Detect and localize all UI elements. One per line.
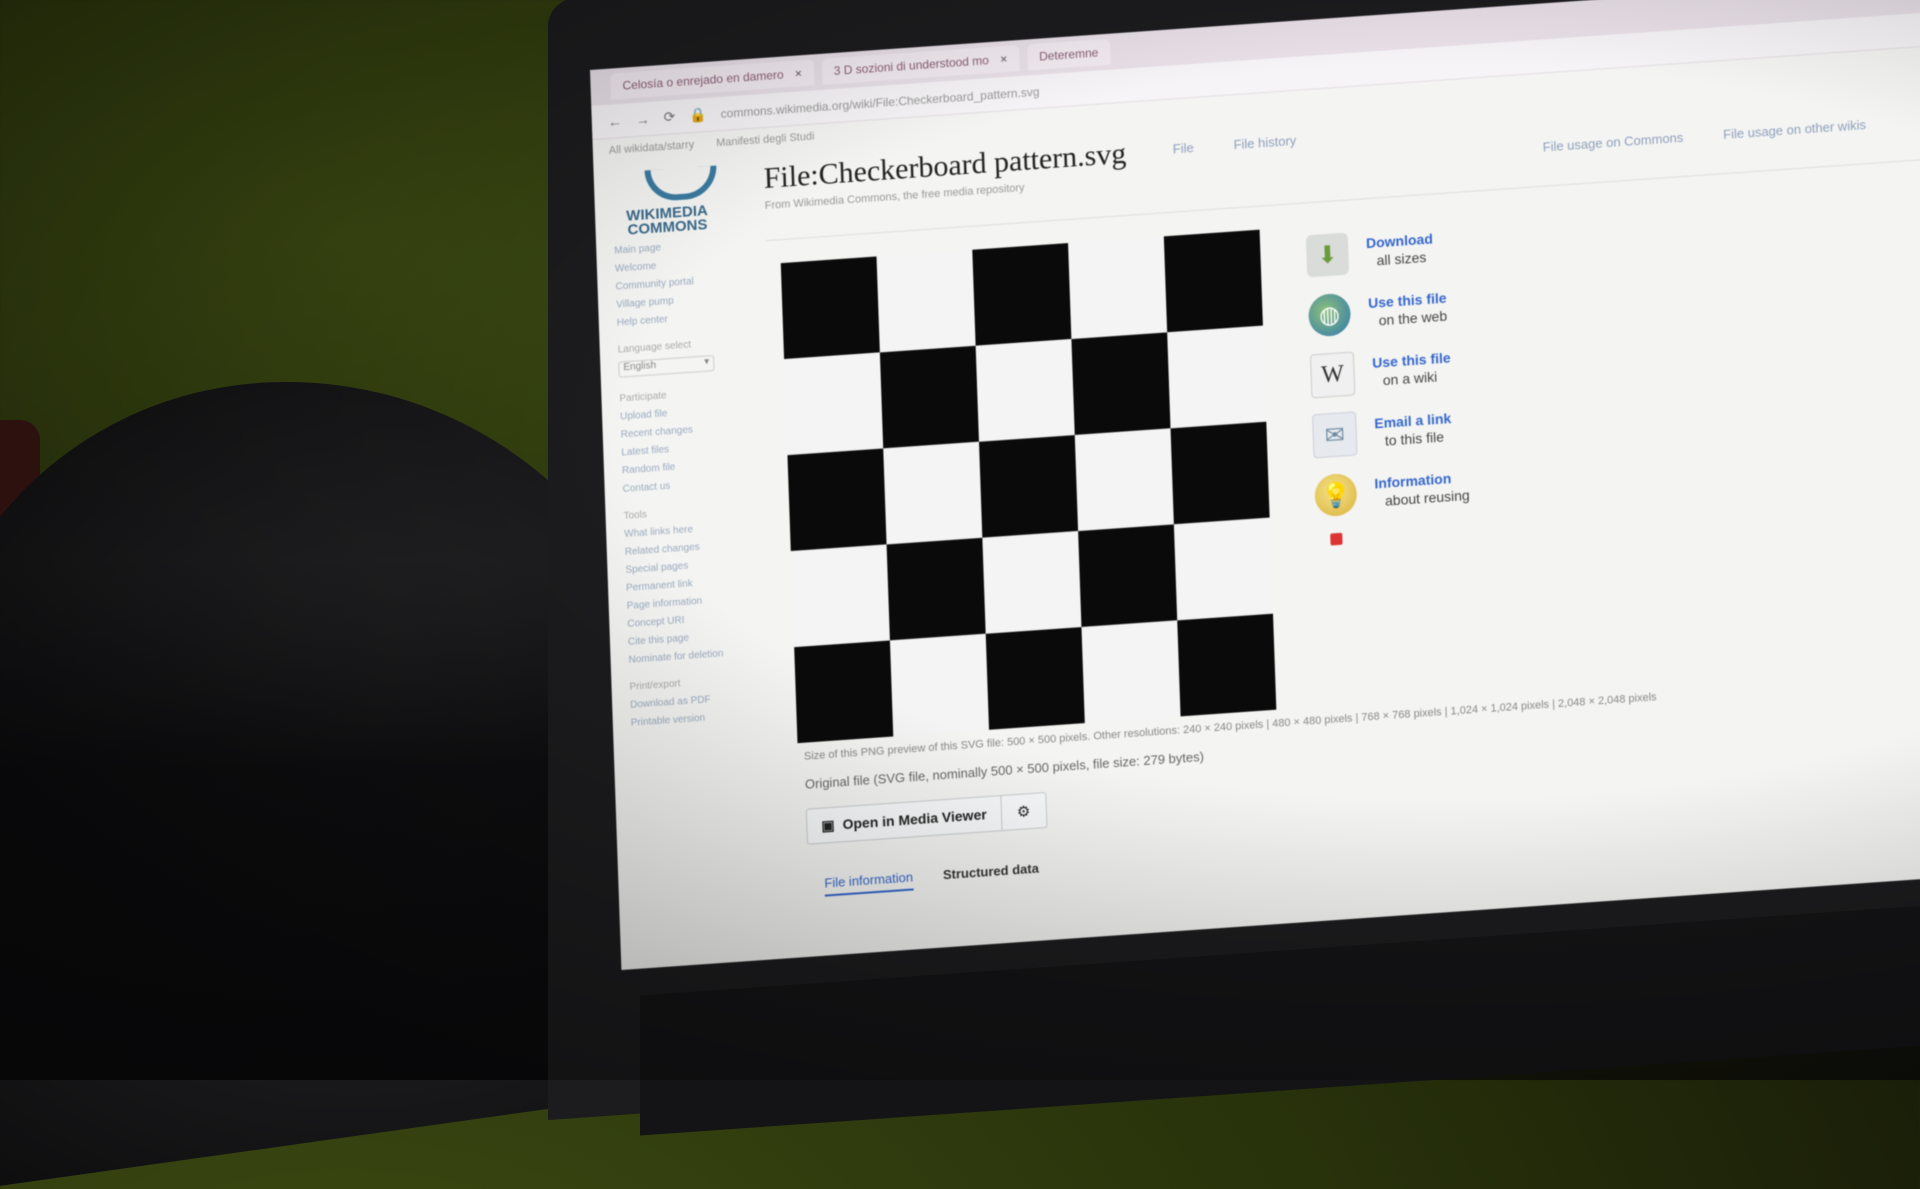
language-value: English: [623, 360, 657, 374]
tab-label: Celosía o enrejado en damero: [622, 67, 784, 93]
lightbulb-icon: 💡: [1314, 472, 1358, 518]
sidebar-link[interactable]: Permanent link: [626, 573, 770, 594]
white-square: [876, 249, 976, 353]
lock-icon: 🔒: [689, 105, 707, 124]
close-icon[interactable]: ×: [1000, 52, 1007, 66]
sidebar-link[interactable]: Cite this page: [628, 627, 772, 647]
close-icon[interactable]: ×: [795, 66, 802, 80]
bookmark-item[interactable]: Manifesti degli Studi: [716, 131, 815, 150]
sidebar-link[interactable]: Village pump: [616, 290, 760, 311]
sidebar-link[interactable]: Upload file: [620, 402, 764, 422]
sidebar-link[interactable]: Special pages: [625, 555, 769, 575]
black-square: [1071, 332, 1171, 436]
pdf-icon[interactable]: [1330, 532, 1343, 546]
sidebar-link[interactable]: Nominate for deletion: [628, 645, 772, 666]
gear-icon[interactable]: ⚙: [1001, 791, 1048, 832]
sidebar-link[interactable]: Welcome: [615, 254, 759, 275]
white-square: [975, 339, 1075, 442]
white-square: [889, 633, 990, 737]
email-icon: ✉: [1312, 411, 1358, 459]
black-square: [1078, 524, 1178, 628]
sidebar-link[interactable]: Help center: [617, 308, 761, 329]
sidebar-link[interactable]: Download as PDF: [630, 690, 774, 711]
bookmark-item[interactable]: All wikidata/starry: [609, 139, 695, 157]
media-viewer-label: Open in Media Viewer: [842, 806, 987, 833]
tab-file-information[interactable]: File information: [824, 869, 914, 897]
white-square: [1167, 325, 1267, 429]
sidebar-link[interactable]: Printable version: [631, 708, 775, 729]
participate-heading: Participate: [619, 390, 667, 405]
white-square: [1173, 517, 1273, 621]
main-content: File:Checkerboard pattern.svg From Wikim…: [763, 73, 1920, 955]
sidebar-link[interactable]: Related changes: [625, 537, 769, 558]
sidebar: WIKIMEDIA COMMONS Main page Welcome Comm…: [606, 163, 783, 953]
sidebar-link[interactable]: Page information: [627, 591, 771, 611]
white-square: [790, 544, 890, 648]
file-actions-panel: ⬇ Download all sizes ◍ Use this file on …: [1305, 204, 1635, 546]
black-square: [794, 640, 894, 744]
tab-label: Deteremne: [1038, 45, 1099, 64]
sidebar-link[interactable]: Recent changes: [621, 420, 765, 441]
sidebar-link[interactable]: Contact us: [622, 474, 766, 494]
logo-arc-icon: [644, 165, 718, 203]
chevron-down-icon: ▾: [703, 356, 710, 368]
white-square: [1081, 620, 1181, 724]
black-square: [886, 537, 986, 641]
sidebar-link[interactable]: Random file: [622, 456, 766, 477]
sidebar-link[interactable]: Concept URI: [627, 609, 771, 630]
black-square: [972, 243, 1072, 346]
logo-text: WIKIMEDIA COMMONS: [625, 202, 709, 239]
forward-arrow-icon[interactable]: →: [635, 110, 650, 127]
image-icon: ▣: [821, 816, 835, 834]
black-square: [879, 345, 979, 449]
black-square: [787, 448, 887, 552]
sidebar-link[interactable]: Community portal: [615, 272, 759, 292]
sidebar-link[interactable]: Latest files: [621, 438, 765, 458]
sidebar-link[interactable]: What links here: [624, 519, 768, 540]
tools-heading: Tools: [623, 509, 648, 522]
wikipedia-icon: W: [1309, 351, 1356, 399]
bottom-tabs: File information Structured data: [824, 861, 1039, 897]
tab-file[interactable]: File: [1172, 140, 1193, 156]
black-square: [1170, 421, 1270, 525]
action-sub: to this file: [1384, 428, 1445, 449]
black-square: [1177, 613, 1277, 717]
browser-tab[interactable]: Deteremne: [1026, 38, 1111, 71]
black-square: [985, 627, 1085, 730]
black-square: [780, 256, 880, 360]
download-icon: ⬇: [1305, 232, 1350, 278]
language-select[interactable]: English ▾: [618, 355, 715, 378]
open-in-media-viewer-button[interactable]: ▣ Open in Media Viewer: [805, 795, 1003, 845]
tab-label: 3 D sozioni di understood mo: [833, 53, 990, 78]
action-sub: all sizes: [1376, 249, 1427, 269]
media-viewer-controls: ▣ Open in Media Viewer ⚙: [805, 791, 1048, 845]
white-square: [982, 531, 1082, 634]
sidebar-link[interactable]: Main page: [614, 236, 758, 256]
white-square: [883, 441, 983, 545]
language-heading: Language select: [617, 339, 692, 356]
checkerboard-preview-image[interactable]: [780, 229, 1277, 744]
print-export-heading: Print/export: [629, 678, 681, 693]
laptop-screen: Celosía o enrejado en damero × 3 D sozio…: [590, 0, 1920, 971]
white-square: [1068, 236, 1168, 340]
black-square: [1163, 229, 1263, 333]
back-arrow-icon[interactable]: ←: [608, 112, 623, 129]
tab-structured-data[interactable]: Structured data: [943, 861, 1040, 889]
black-square: [978, 435, 1079, 538]
wikimedia-commons-logo[interactable]: WIKIMEDIA COMMONS: [606, 163, 758, 239]
reload-icon[interactable]: ⟳: [663, 108, 675, 126]
white-square: [784, 352, 884, 456]
globe-icon: ◍: [1307, 292, 1352, 338]
white-square: [1074, 428, 1174, 532]
